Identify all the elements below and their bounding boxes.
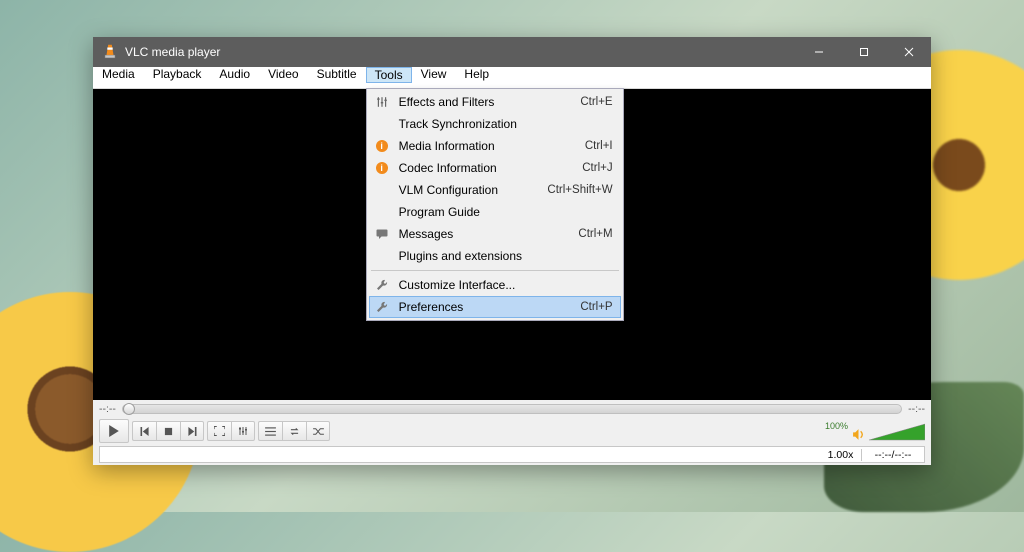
blank-icon xyxy=(373,203,391,221)
menu-item-shortcut: Ctrl+E xyxy=(580,96,612,108)
menu-item-shortcut: Ctrl+I xyxy=(585,140,613,152)
menu-item-shortcut: Ctrl+J xyxy=(582,162,612,174)
menu-item-shortcut: Ctrl+P xyxy=(580,301,612,313)
menu-separator xyxy=(371,270,619,271)
minimize-button[interactable] xyxy=(796,37,841,67)
loop-button[interactable] xyxy=(282,421,306,441)
menu-item-shortcut: Ctrl+M xyxy=(578,228,612,240)
menu-audio[interactable]: Audio xyxy=(210,67,259,81)
wrench-icon xyxy=(373,298,391,316)
remaining-time: --:-- xyxy=(908,403,925,415)
menu-item-customize-interface[interactable]: Customize Interface... xyxy=(369,274,621,296)
menu-item-label: Effects and Filters xyxy=(399,95,581,109)
menu-item-messages[interactable]: MessagesCtrl+M xyxy=(369,223,621,245)
playlist-button[interactable] xyxy=(258,421,282,441)
menu-subtitle[interactable]: Subtitle xyxy=(308,67,366,81)
volume-slider[interactable] xyxy=(869,423,925,441)
app-icon xyxy=(101,43,119,61)
blank-icon xyxy=(373,115,391,133)
fullscreen-button[interactable] xyxy=(207,421,231,441)
menu-item-label: VLM Configuration xyxy=(399,183,548,197)
menu-item-media-information[interactable]: i Media InformationCtrl+I xyxy=(369,135,621,157)
menubar: MediaPlaybackAudioVideoSubtitleToolsEffe… xyxy=(93,67,931,89)
elapsed-time: --:-- xyxy=(99,403,116,415)
menu-help[interactable]: Help xyxy=(455,67,498,81)
info-icon: i xyxy=(373,137,391,155)
playback-speed[interactable]: 1.00x xyxy=(820,449,862,461)
speaker-icon[interactable] xyxy=(852,428,865,441)
menu-item-preferences[interactable]: PreferencesCtrl+P xyxy=(369,296,621,318)
blank-icon xyxy=(373,247,391,265)
tools-dropdown: Effects and FiltersCtrl+E Track Synchroni… xyxy=(366,88,624,321)
menu-item-plugins-and-extensions[interactable]: Plugins and extensions xyxy=(369,245,621,267)
sliders-icon xyxy=(373,93,391,111)
shuffle-button[interactable] xyxy=(306,421,330,441)
close-button[interactable] xyxy=(886,37,931,67)
stop-button[interactable] xyxy=(156,421,180,441)
menu-item-label: Program Guide xyxy=(399,205,613,219)
menu-item-label: Track Synchronization xyxy=(399,117,613,131)
menu-item-label: Messages xyxy=(399,227,579,241)
menu-item-codec-information[interactable]: i Codec InformationCtrl+J xyxy=(369,157,621,179)
menu-item-shortcut: Ctrl+Shift+W xyxy=(547,184,612,196)
seek-handle[interactable] xyxy=(123,403,135,415)
app-window: VLC media player MediaPlaybackAudioVideo… xyxy=(93,37,931,465)
blank-icon xyxy=(373,181,391,199)
menu-item-label: Customize Interface... xyxy=(399,278,613,292)
menu-item-label: Plugins and extensions xyxy=(399,249,613,263)
menu-media[interactable]: Media xyxy=(93,67,144,81)
maximize-button[interactable] xyxy=(841,37,886,67)
volume-percent: 100% xyxy=(825,421,848,431)
controls-panel: --:-- --:-- 100% xyxy=(93,400,931,465)
info-icon: i xyxy=(373,159,391,177)
previous-button[interactable] xyxy=(132,421,156,441)
menu-item-effects-and-filters[interactable]: Effects and FiltersCtrl+E xyxy=(369,91,621,113)
messages-icon xyxy=(373,225,391,243)
seek-slider[interactable] xyxy=(122,404,902,414)
menu-playback[interactable]: Playback xyxy=(144,67,211,81)
window-title: VLC media player xyxy=(125,45,796,59)
menu-tools[interactable]: Tools xyxy=(366,67,412,83)
status-time: --:--/--:-- xyxy=(862,449,924,461)
menu-item-label: Preferences xyxy=(399,300,581,314)
status-bar: 1.00x --:--/--:-- xyxy=(99,446,925,463)
menu-item-label: Codec Information xyxy=(399,161,583,175)
play-button[interactable] xyxy=(99,419,129,443)
menu-item-track-synchronization[interactable]: Track Synchronization xyxy=(369,113,621,135)
wrench-icon xyxy=(373,276,391,294)
menu-item-label: Media Information xyxy=(399,139,585,153)
titlebar[interactable]: VLC media player xyxy=(93,37,931,67)
menu-video[interactable]: Video xyxy=(259,67,307,81)
next-button[interactable] xyxy=(180,421,204,441)
menu-item-vlm-configuration[interactable]: VLM ConfigurationCtrl+Shift+W xyxy=(369,179,621,201)
menu-item-program-guide[interactable]: Program Guide xyxy=(369,201,621,223)
extended-settings-button[interactable] xyxy=(231,421,255,441)
menu-view[interactable]: View xyxy=(412,67,456,81)
